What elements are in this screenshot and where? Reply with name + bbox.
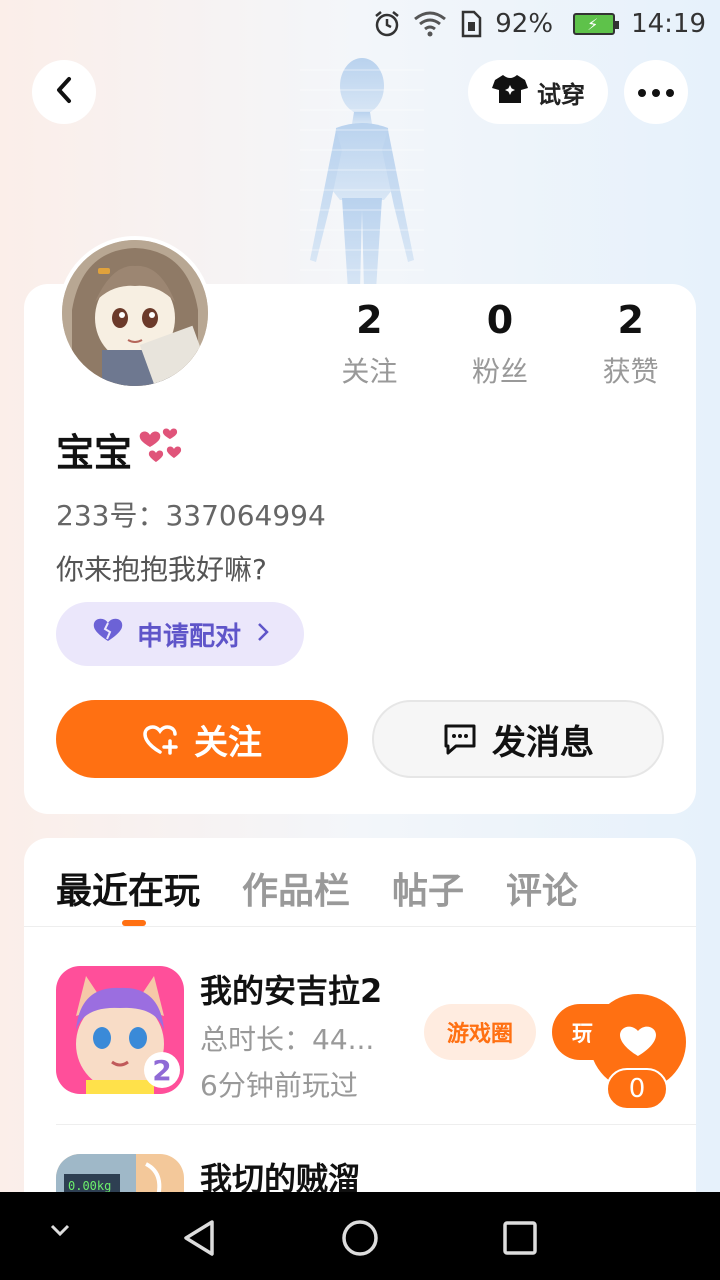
back-button[interactable]: [32, 60, 96, 124]
likes-count: 2: [617, 298, 644, 342]
heart-icon: [618, 1022, 658, 1062]
message-icon: [442, 722, 478, 756]
nickname: 宝宝: [56, 422, 186, 477]
hearts-icon: [136, 423, 186, 476]
game-name: 我的安吉拉2: [200, 972, 383, 1010]
tab-bar: 最近在玩 作品栏 帖子 评论: [56, 862, 620, 926]
follow-label: 关注: [194, 722, 262, 763]
chevron-right-icon: [257, 619, 269, 649]
send-message-button[interactable]: 发消息: [372, 700, 664, 778]
svg-text:2: 2: [152, 1054, 171, 1087]
tab-works[interactable]: 作品栏: [242, 862, 350, 914]
following-label: 关注: [341, 355, 398, 388]
avatar[interactable]: [58, 236, 212, 390]
follow-button[interactable]: 关注: [56, 700, 348, 778]
battery-percent: 92%: [495, 9, 554, 39]
like-count: 0: [606, 1068, 668, 1110]
sim-icon: [459, 10, 483, 38]
tab-comments[interactable]: 评论: [506, 862, 578, 914]
fans-label: 粉丝: [472, 355, 529, 388]
game-last-played: 6分钟前玩过: [200, 1069, 358, 1102]
divider: [56, 1124, 696, 1125]
nickname-text: 宝宝: [56, 431, 133, 475]
likes-label: 获赞: [602, 355, 659, 388]
bio: 你来抱抱我好嘛?: [56, 553, 267, 586]
divider: [24, 926, 696, 927]
stats-row: 2 关注 0 粉丝 2 获赞: [304, 298, 696, 390]
following-count: 2: [356, 298, 383, 342]
back-icon: [52, 75, 76, 109]
collapse-icon[interactable]: [48, 1222, 72, 1238]
battery-icon: ⚡: [573, 13, 620, 35]
fans-count: 0: [486, 298, 514, 342]
status-bar: 92% ⚡ 14:19: [0, 0, 720, 48]
wifi-icon: [413, 11, 447, 37]
heart-plus-icon: [142, 722, 180, 756]
game-circle-button[interactable]: 游戏圈: [424, 1004, 536, 1060]
pair-request-label: 申请配对: [136, 621, 241, 652]
game-total-time: 总时长：44...: [200, 1023, 375, 1056]
stat-following[interactable]: 2 关注: [304, 298, 435, 390]
user-id: 233号：337064994: [56, 499, 326, 532]
avatar-figure[interactable]: [300, 50, 424, 290]
pair-request-button[interactable]: 申请配对: [56, 602, 304, 666]
stat-fans[interactable]: 0 粉丝: [435, 298, 566, 390]
broken-heart-icon: [91, 617, 125, 652]
try-on-label: 试穿: [537, 80, 585, 109]
alarm-icon: [373, 10, 401, 38]
recents-nav-icon[interactable]: [500, 1218, 540, 1258]
more-button[interactable]: [624, 60, 688, 124]
try-on-button[interactable]: 试穿: [468, 60, 608, 124]
more-icon: [637, 83, 675, 102]
back-nav-icon[interactable]: [180, 1218, 220, 1258]
game-icon-angela: 2: [56, 966, 184, 1094]
system-nav-bar: [0, 1192, 720, 1280]
send-message-label: 发消息: [492, 722, 594, 763]
tshirt-icon: [491, 73, 529, 111]
clock: 14:19: [631, 9, 706, 39]
tab-recently-played[interactable]: 最近在玩: [56, 862, 200, 926]
home-nav-icon[interactable]: [340, 1218, 380, 1258]
tab-posts[interactable]: 帖子: [392, 862, 464, 914]
svg-text:0.00kg: 0.00kg: [68, 1179, 111, 1193]
stat-likes[interactable]: 2 获赞: [565, 298, 696, 390]
